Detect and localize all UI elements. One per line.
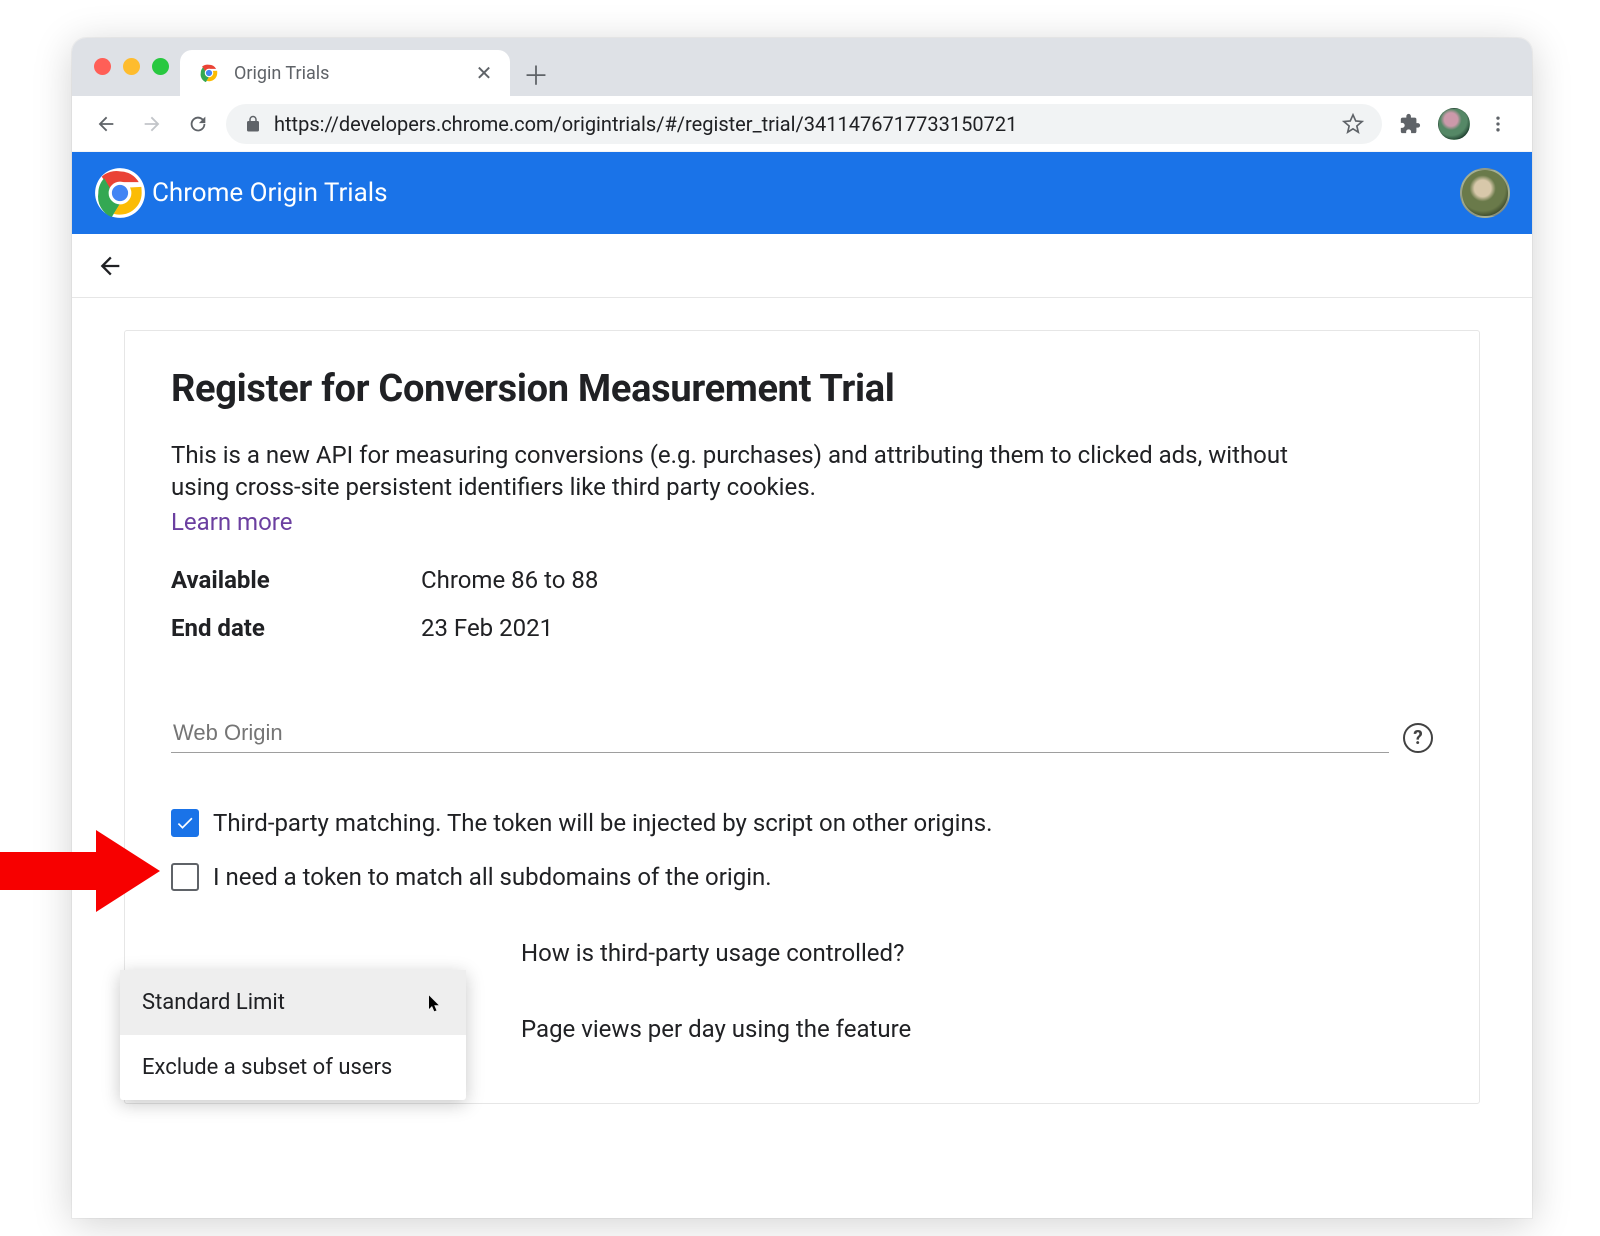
- dropdown-option-exclude[interactable]: Exclude a subset of users: [120, 1035, 466, 1100]
- nav-forward-button[interactable]: [134, 106, 170, 142]
- usage-question: How is third-party usage controlled?: [521, 939, 1433, 967]
- dropdown-option-standard[interactable]: Standard Limit: [120, 970, 466, 1035]
- new-tab-button[interactable]: ＋: [516, 54, 556, 94]
- page-title: Register for Conversion Measurement Tria…: [171, 367, 1433, 411]
- third-party-label: Third-party matching. The token will be …: [213, 809, 992, 837]
- page-nav-row: [72, 234, 1532, 298]
- available-value: Chrome 86 to 88: [421, 566, 1433, 594]
- arrow-left-icon: [95, 113, 117, 135]
- subdomains-checkbox[interactable]: [171, 863, 199, 891]
- end-date-value: 23 Feb 2021: [421, 614, 1433, 642]
- app-header: Chrome Origin Trials: [72, 152, 1532, 234]
- user-avatar[interactable]: [1460, 168, 1510, 218]
- menu-button[interactable]: [1480, 106, 1516, 142]
- browser-toolbar: https://developers.chrome.com/origintria…: [72, 96, 1532, 152]
- page-description: This is a new API for measuring conversi…: [171, 439, 1301, 504]
- dropdown-option-label: Exclude a subset of users: [142, 1055, 392, 1080]
- extensions-button[interactable]: [1392, 106, 1428, 142]
- arrow-left-icon: [96, 252, 124, 280]
- minimize-window-button[interactable]: [123, 58, 140, 75]
- cursor-icon: [426, 994, 444, 1012]
- available-label: Available: [171, 566, 421, 594]
- subdomains-label: I need a token to match all subdomains o…: [213, 863, 772, 891]
- check-icon: [175, 813, 195, 833]
- url-text: https://developers.chrome.com/origintria…: [274, 112, 1330, 136]
- close-tab-icon[interactable]: ✕: [472, 61, 496, 85]
- reload-icon: [187, 113, 209, 135]
- learn-more-link[interactable]: Learn more: [171, 508, 292, 536]
- browser-tab[interactable]: Origin Trials ✕: [180, 50, 510, 96]
- profile-avatar[interactable]: [1438, 108, 1470, 140]
- third-party-checkbox[interactable]: [171, 809, 199, 837]
- address-bar[interactable]: https://developers.chrome.com/origintria…: [226, 104, 1382, 144]
- lock-icon: [244, 115, 262, 133]
- chrome-favicon-icon: [198, 62, 220, 84]
- arrow-right-icon: [141, 113, 163, 135]
- web-origin-input[interactable]: [171, 714, 1389, 753]
- star-icon[interactable]: [1342, 113, 1364, 135]
- dropdown-option-label: Standard Limit: [142, 990, 285, 1015]
- window-controls: [94, 58, 169, 75]
- pageviews-question: Page views per day using the feature: [521, 1015, 1433, 1043]
- help-icon[interactable]: ?: [1403, 723, 1433, 753]
- end-date-label: End date: [171, 614, 421, 642]
- app-title: Chrome Origin Trials: [152, 178, 388, 208]
- kebab-icon: [1488, 114, 1508, 134]
- tab-title: Origin Trials: [234, 63, 458, 84]
- maximize-window-button[interactable]: [152, 58, 169, 75]
- reload-button[interactable]: [180, 106, 216, 142]
- browser-tabstrip: Origin Trials ✕ ＋: [72, 38, 1532, 96]
- puzzle-icon: [1399, 113, 1421, 135]
- chrome-logo-icon: [94, 167, 146, 219]
- page-back-button[interactable]: [90, 246, 130, 286]
- nav-back-button[interactable]: [88, 106, 124, 142]
- usage-dropdown[interactable]: Standard Limit Exclude a subset of users: [120, 970, 466, 1100]
- close-window-button[interactable]: [94, 58, 111, 75]
